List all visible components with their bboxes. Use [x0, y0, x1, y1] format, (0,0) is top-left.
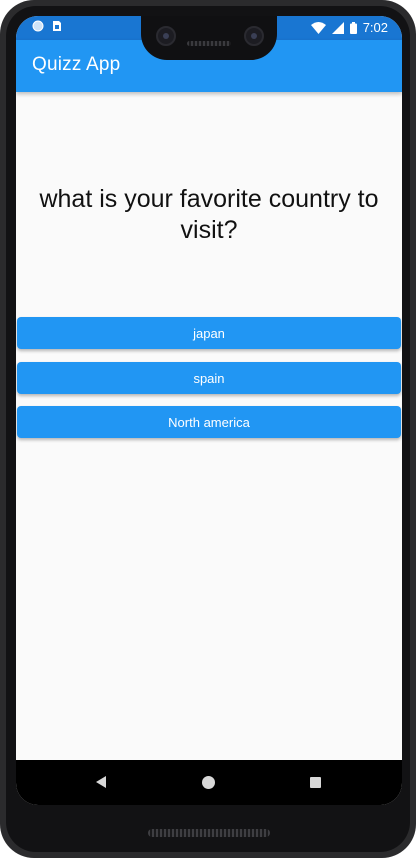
sim-card-icon	[53, 21, 61, 31]
status-left-icons	[32, 20, 62, 32]
camera-notch	[141, 16, 277, 60]
bottom-speaker-grille	[148, 829, 270, 837]
circle-icon	[32, 20, 44, 32]
answer-button-japan[interactable]: japan	[17, 317, 401, 349]
wifi-icon	[310, 21, 326, 34]
earpiece-speaker	[187, 41, 231, 46]
front-sensor-icon	[244, 26, 264, 46]
device-screen: 7:02 Quizz App what is your favorite cou…	[16, 16, 402, 805]
battery-icon	[349, 21, 357, 34]
answer-button-spain[interactable]: spain	[17, 362, 401, 394]
phone-frame: 7:02 Quizz App what is your favorite cou…	[0, 0, 416, 858]
question-text: what is your favorite country to visit?	[39, 185, 379, 244]
navigation-bar	[16, 760, 402, 805]
app-title: Quizz App	[32, 54, 121, 75]
answer-button-north-america[interactable]: North america	[17, 406, 401, 438]
home-icon[interactable]	[202, 776, 215, 789]
front-camera-icon	[156, 26, 176, 46]
back-icon[interactable]	[96, 776, 106, 788]
recent-apps-icon[interactable]	[310, 777, 321, 788]
signal-icon	[331, 21, 344, 34]
status-right-icons: 7:02	[310, 20, 388, 35]
status-time: 7:02	[362, 20, 388, 35]
